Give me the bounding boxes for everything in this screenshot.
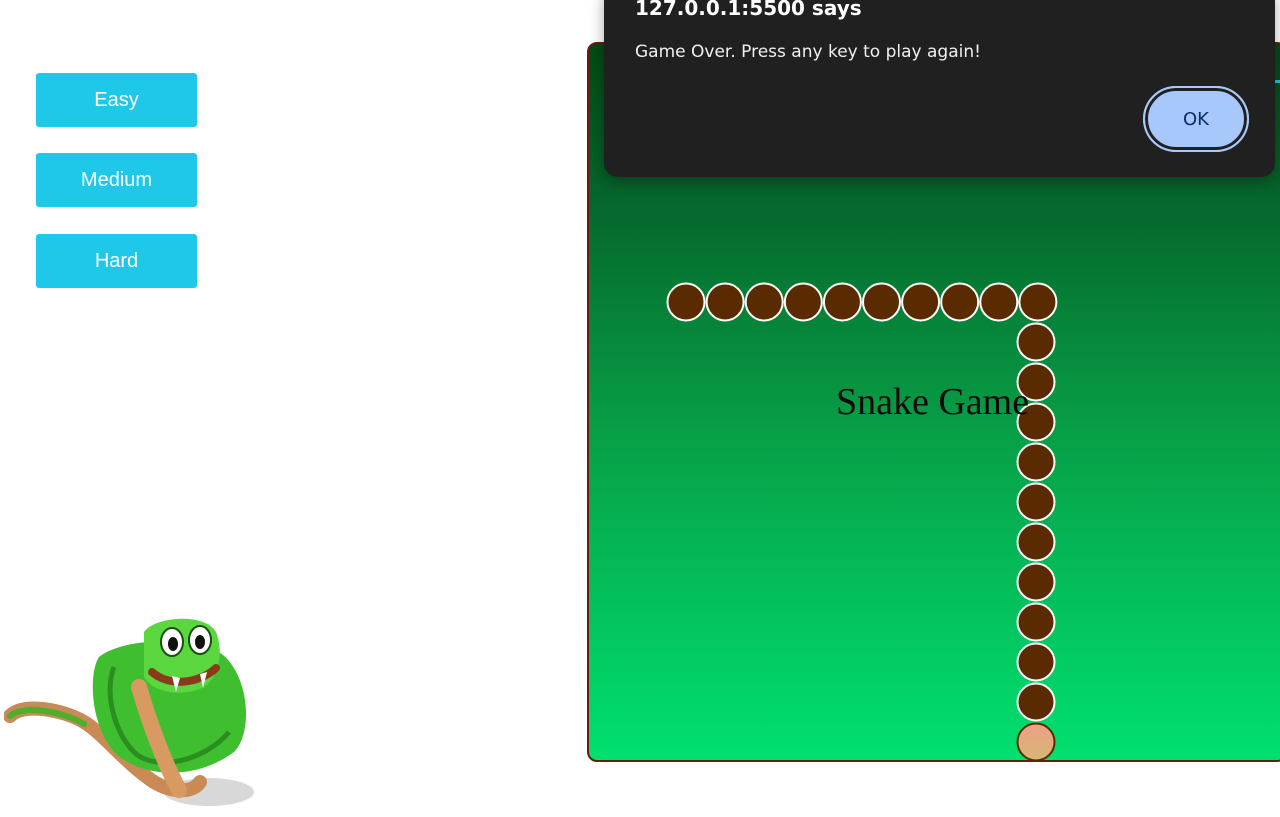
cartoon-snake-icon: [4, 618, 254, 806]
dialog-message: Game Over. Press any key to play again!: [635, 42, 981, 62]
dialog-title: 127.0.0.1:5500 says: [635, 0, 862, 20]
hard-button[interactable]: Hard: [36, 234, 197, 288]
ok-button[interactable]: OK: [1143, 86, 1249, 152]
easy-button[interactable]: Easy: [36, 73, 197, 127]
alert-dialog: 127.0.0.1:5500 says Game Over. Press any…: [604, 0, 1275, 177]
game-title: Snake Game: [836, 381, 1030, 423]
medium-button[interactable]: Medium: [36, 153, 197, 207]
